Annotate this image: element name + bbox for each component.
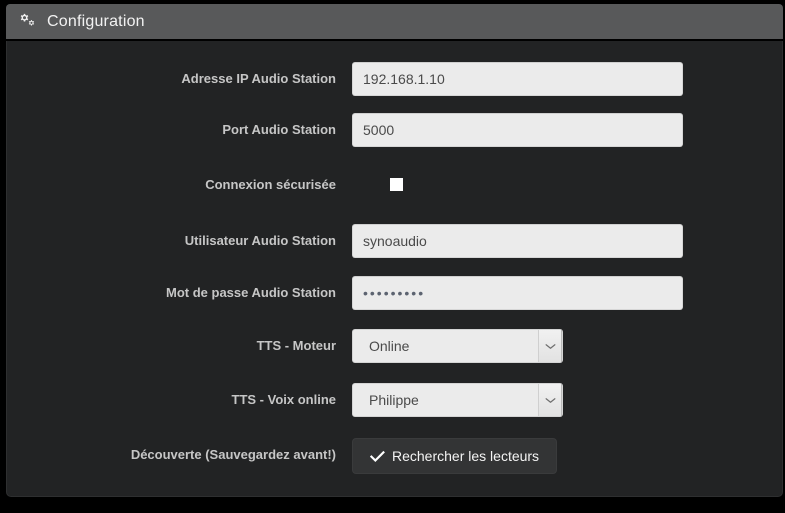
tts-online-voice-selected-value: Philippe bbox=[369, 392, 419, 408]
discovery-button[interactable]: Rechercher les lecteurs bbox=[352, 438, 558, 474]
label-audio-station-port: Port Audio Station bbox=[222, 122, 336, 137]
form-row-secure-connection: Connexion sécurisée bbox=[7, 168, 782, 202]
control-tts-engine: Online bbox=[352, 329, 782, 363]
tts-engine-select[interactable]: Online bbox=[352, 329, 563, 363]
form-row-tts-online-voice: TTS - Voix online Philippe bbox=[7, 383, 782, 417]
form-row-audio-station-ip: Adresse IP Audio Station bbox=[7, 62, 782, 96]
tts-online-voice-select[interactable]: Philippe bbox=[352, 383, 563, 417]
secure-connection-checkbox[interactable] bbox=[390, 178, 403, 191]
label-discovery: Découverte (Sauvegardez avant!) bbox=[130, 447, 336, 462]
label-tts-online-voice: TTS - Voix online bbox=[231, 392, 336, 407]
form-row-audio-station-user: Utilisateur Audio Station bbox=[7, 224, 782, 258]
configuration-panel: Configuration Adresse IP Audio Station Po… bbox=[6, 4, 783, 497]
label-secure-connection: Connexion sécurisée bbox=[205, 177, 336, 192]
control-audio-station-ip bbox=[352, 62, 782, 96]
control-discovery: Rechercher les lecteurs bbox=[352, 438, 782, 474]
control-audio-station-port bbox=[352, 113, 782, 147]
form-row-audio-station-password: Mot de passe Audio Station bbox=[7, 276, 782, 310]
label-audio-station-ip: Adresse IP Audio Station bbox=[181, 71, 336, 86]
audio-station-port-input[interactable] bbox=[352, 113, 683, 147]
control-audio-station-user bbox=[352, 224, 782, 258]
discovery-button-label: Rechercher les lecteurs bbox=[392, 448, 540, 464]
control-tts-online-voice: Philippe bbox=[352, 383, 782, 417]
check-icon bbox=[370, 450, 385, 463]
cogs-icon bbox=[20, 13, 39, 30]
form-row-discovery: Découverte (Sauvegardez avant!) Recherche… bbox=[7, 438, 782, 474]
label-tts-engine: TTS - Moteur bbox=[256, 338, 336, 353]
audio-station-user-input[interactable] bbox=[352, 224, 683, 258]
control-audio-station-password bbox=[352, 276, 782, 310]
form-row-tts-engine: TTS - Moteur Online bbox=[7, 329, 782, 363]
panel-header: Configuration bbox=[6, 4, 783, 39]
control-secure-connection bbox=[352, 168, 782, 191]
form-row-audio-station-port: Port Audio Station bbox=[7, 113, 782, 147]
page-title: Configuration bbox=[47, 12, 145, 30]
chevron-down-icon[interactable] bbox=[538, 330, 562, 362]
chevron-down-icon[interactable] bbox=[538, 384, 562, 416]
label-audio-station-user: Utilisateur Audio Station bbox=[184, 233, 336, 248]
tts-engine-selected-value: Online bbox=[369, 338, 410, 354]
label-audio-station-password: Mot de passe Audio Station bbox=[166, 285, 336, 300]
audio-station-ip-input[interactable] bbox=[352, 62, 683, 96]
audio-station-password-input[interactable] bbox=[352, 276, 683, 310]
panel-body: Adresse IP Audio Station Port Audio Stati… bbox=[6, 41, 783, 497]
